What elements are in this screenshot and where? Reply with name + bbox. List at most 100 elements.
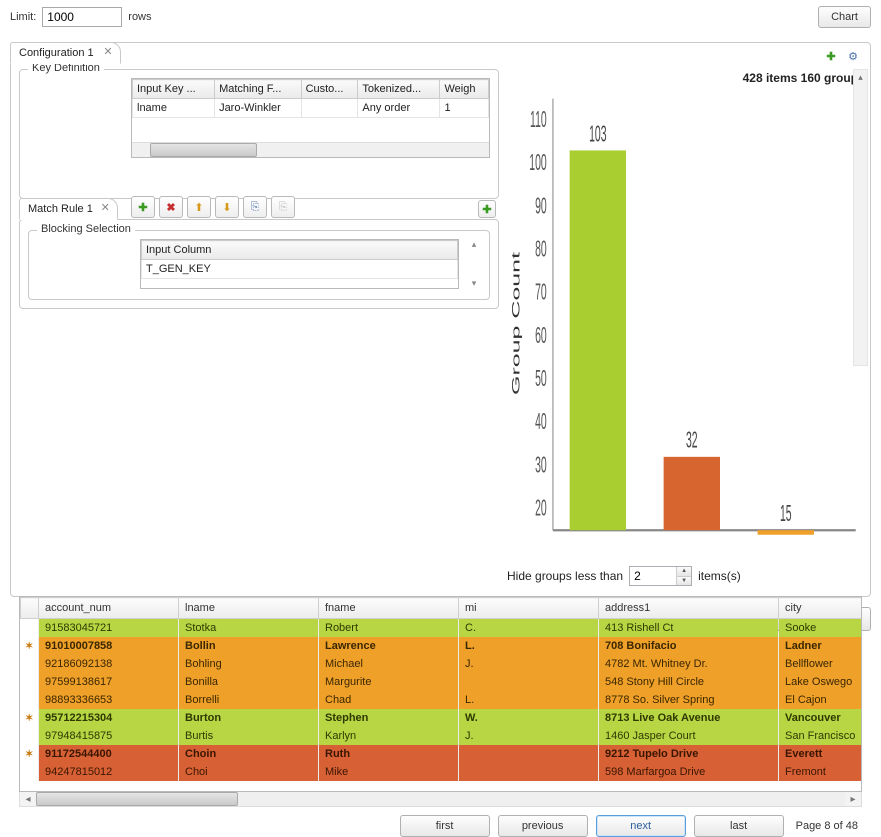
table-row[interactable]: 94247815012ChoiMike 598 Marfargoa DriveFr… <box>21 763 863 781</box>
cell[interactable]: 8778 So. Silver Spring <box>599 691 779 709</box>
last-button[interactable]: last <box>694 815 784 837</box>
table-row[interactable]: 91583045721StotkaRobertC.413 Rishell CtS… <box>21 619 863 638</box>
cell[interactable]: Bohling <box>179 655 319 673</box>
config-tab-label[interactable]: Configuration 1 <box>19 47 94 59</box>
cell[interactable]: W. <box>459 709 599 727</box>
col-address1[interactable]: address1 <box>599 598 779 619</box>
cell[interactable]: Ruth <box>319 745 459 763</box>
key-col-header[interactable]: Weigh <box>440 80 489 99</box>
cell[interactable]: Sooke <box>779 619 863 638</box>
spin-up-icon[interactable]: ▲ <box>676 567 691 577</box>
key-cell[interactable]: Any order <box>358 99 440 118</box>
cell[interactable]: 8713 Live Oak Avenue <box>599 709 779 727</box>
chart-button[interactable]: Chart <box>818 6 871 28</box>
cell[interactable]: 91010007858 <box>39 637 179 655</box>
cell[interactable]: 91172544400 <box>39 745 179 763</box>
key-col-header[interactable]: Custo... <box>301 80 358 99</box>
cell[interactable]: 1460 Jasper Court <box>599 727 779 745</box>
cell[interactable]: 413 Rishell Ct <box>599 619 779 638</box>
col-fname[interactable]: fname <box>319 598 459 619</box>
cell[interactable]: Bonilla <box>179 673 319 691</box>
cell[interactable]: Burton <box>179 709 319 727</box>
limit-input[interactable] <box>42 7 122 27</box>
cell[interactable]: 598 Marfargoa Drive <box>599 763 779 781</box>
key-col-header[interactable]: Matching F... <box>215 80 302 99</box>
cell[interactable]: Ladner <box>779 637 863 655</box>
key-col-header[interactable]: Input Key ... <box>133 80 215 99</box>
cell[interactable]: 9212 Tupelo Drive <box>599 745 779 763</box>
cell[interactable]: Chad <box>319 691 459 709</box>
table-row[interactable]: 97599138617BonillaMargurite 548 Stony Hil… <box>21 673 863 691</box>
cell[interactable]: 708 Bonifacio <box>599 637 779 655</box>
cell[interactable]: Borrelli <box>179 691 319 709</box>
table-row[interactable]: ✶91172544400ChoinRuth9212 Tupelo DriveEv… <box>21 745 863 763</box>
table-row[interactable]: 98893336653BorrelliChadL.8778 So. Silver… <box>21 691 863 709</box>
cell[interactable]: 95712215304 <box>39 709 179 727</box>
table-row[interactable]: ✶91010007858BollinLawrenceL.708 Bonifaci… <box>21 637 863 655</box>
cell[interactable] <box>459 763 599 781</box>
cell[interactable]: Mike <box>319 763 459 781</box>
hide-value[interactable] <box>630 567 676 585</box>
v-scrollbar[interactable]: ▴ <box>853 69 868 366</box>
cell[interactable]: 97599138617 <box>39 673 179 691</box>
v-scrollbar[interactable]: ▴▾ <box>467 239 481 289</box>
col-mi[interactable]: mi <box>459 598 599 619</box>
cell[interactable]: Lake Oswego <box>779 673 863 691</box>
add-rule-icon[interactable]: ✚ <box>478 200 496 218</box>
cell[interactable]: Burtis <box>179 727 319 745</box>
cell[interactable]: Bollin <box>179 637 319 655</box>
first-button[interactable]: first <box>400 815 490 837</box>
add-config-icon[interactable]: ✚ <box>822 47 840 65</box>
up-icon[interactable]: ⬆ <box>187 196 211 218</box>
add-icon[interactable]: ✚ <box>131 196 155 218</box>
cell[interactable]: Stotka <box>179 619 319 638</box>
copy-icon[interactable]: ⎘ <box>243 196 267 218</box>
paste-icon[interactable]: ⎘ <box>271 196 295 218</box>
close-icon[interactable]: ✕ <box>101 201 110 214</box>
spin-down-icon[interactable]: ▼ <box>676 577 691 586</box>
cell[interactable]: El Cajon <box>779 691 863 709</box>
cell[interactable]: 548 Stony Hill Circle <box>599 673 779 691</box>
next-button[interactable]: next <box>596 815 686 837</box>
cell[interactable]: 4782 Mt. Whitney Dr. <box>599 655 779 673</box>
blocking-value[interactable]: T_GEN_KEY <box>142 260 458 279</box>
cell[interactable]: Margurite <box>319 673 459 691</box>
hide-spinner[interactable]: ▲▼ <box>629 566 692 586</box>
key-def-grid[interactable]: Input Key ...Matching F...Custo...Tokeni… <box>131 78 490 158</box>
cell[interactable]: J. <box>459 655 599 673</box>
cell[interactable]: 91583045721 <box>39 619 179 638</box>
cell[interactable]: Stephen <box>319 709 459 727</box>
cell[interactable]: 94247815012 <box>39 763 179 781</box>
blocking-grid[interactable]: Input Column T_GEN_KEY <box>140 239 459 289</box>
cell[interactable]: Karlyn <box>319 727 459 745</box>
cell[interactable]: 98893336653 <box>39 691 179 709</box>
cell[interactable]: Fremont <box>779 763 863 781</box>
table-row[interactable]: ✶95712215304BurtonStephenW.8713 Live Oak… <box>21 709 863 727</box>
cell[interactable]: J. <box>459 727 599 745</box>
col-account_num[interactable]: account_num <box>39 598 179 619</box>
cell[interactable]: Choi <box>179 763 319 781</box>
cell[interactable]: San Francisco <box>779 727 863 745</box>
h-scrollbar[interactable] <box>132 142 489 157</box>
close-icon[interactable]: ✕ <box>103 45 112 58</box>
cell[interactable]: Robert <box>319 619 459 638</box>
table-row[interactable]: 92186092138BohlingMichaelJ.4782 Mt. Whit… <box>21 655 863 673</box>
cell[interactable]: Everett <box>779 745 863 763</box>
cell[interactable] <box>459 745 599 763</box>
cell[interactable]: L. <box>459 637 599 655</box>
key-cell[interactable] <box>301 99 358 118</box>
delete-icon[interactable]: ✖ <box>159 196 183 218</box>
cell[interactable] <box>459 673 599 691</box>
previous-button[interactable]: previous <box>498 815 588 837</box>
key-cell[interactable]: lname <box>133 99 215 118</box>
key-cell[interactable]: Jaro-Winkler <box>215 99 302 118</box>
cell[interactable]: C. <box>459 619 599 638</box>
key-cell[interactable]: 1 <box>440 99 489 118</box>
cell[interactable]: L. <box>459 691 599 709</box>
table-row[interactable]: 97948415875BurtisKarlynJ.1460 Jasper Cou… <box>21 727 863 745</box>
col-lname[interactable]: lname <box>179 598 319 619</box>
cell[interactable]: Bellflower <box>779 655 863 673</box>
cell[interactable]: 97948415875 <box>39 727 179 745</box>
results-table[interactable]: account_numlnamefnamemiaddress1city 9158… <box>19 596 862 792</box>
match-rule-tab[interactable]: Match Rule 1 <box>28 203 93 215</box>
